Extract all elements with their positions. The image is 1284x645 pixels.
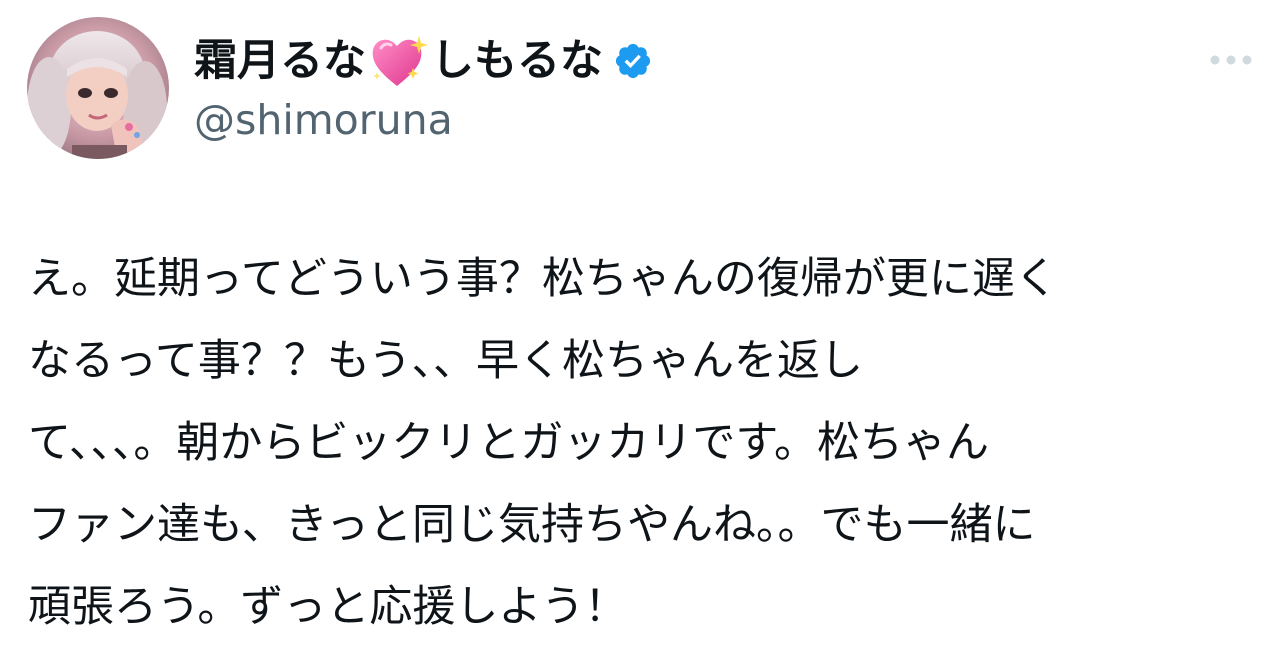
tweet-text-line: 頑張ろう。ずっと応援しよう！ bbox=[28, 582, 628, 632]
tweet-text: え。延期ってどういう事？松ちゃんの復帰が更に遅く なるって事？？もう、、早く松ち… bbox=[28, 238, 1268, 645]
verified-badge-icon[interactable] bbox=[613, 41, 653, 81]
avatar[interactable] bbox=[27, 17, 169, 159]
display-name-part2[interactable]: しもるな bbox=[431, 32, 603, 90]
tweet-text-line: え。延期ってどういう事？松ちゃんの復帰が更に遅く bbox=[28, 254, 1058, 304]
avatar-image bbox=[27, 17, 169, 159]
author-name-row[interactable]: 霜月るな しもるな bbox=[194, 32, 653, 90]
tweet-text-line: ファン達も、きっと同じ気持ちやんね。。でも一緒に bbox=[28, 500, 1036, 550]
sparkling-heart-icon bbox=[369, 32, 429, 90]
tweet-text-line: なるって事？？もう、、早く松ちゃんを返し bbox=[28, 336, 864, 386]
more-options-button[interactable] bbox=[1203, 40, 1259, 80]
tweet-text-line: て、、、。朝からビックリとガッカリです。松ちゃん bbox=[28, 418, 990, 468]
author-handle[interactable]: @shimoruna bbox=[194, 95, 453, 145]
more-dots-icon bbox=[1210, 55, 1252, 65]
display-name-part1[interactable]: 霜月るな bbox=[194, 32, 366, 90]
